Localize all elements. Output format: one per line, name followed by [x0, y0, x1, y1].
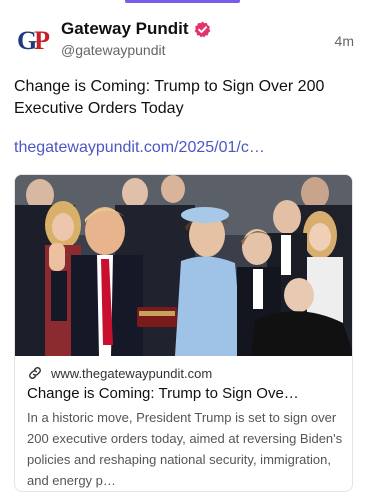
author-handle[interactable]: @gatewaypundit — [61, 42, 166, 58]
verified-badge-icon — [194, 21, 210, 37]
link-icon — [29, 367, 41, 379]
card-description: In a historic move, President Trump is s… — [27, 410, 343, 488]
card-preview-image[interactable] — [15, 175, 353, 356]
gateway-pundit-logo: GP — [16, 26, 50, 55]
post-text: Change is Coming: Trump to Sign Over 200… — [14, 78, 325, 117]
author-name-row: Gateway Pundit — [61, 19, 211, 39]
avatar[interactable]: GP — [14, 23, 50, 59]
card-meta: www.thegatewaypundit.com Change is Comin… — [27, 364, 343, 491]
post[interactable]: GP Gateway Pundit @gatewaypundit 4m Chan… — [0, 0, 369, 500]
card-title[interactable]: Change is Coming: Trump to Sign Ove… — [27, 384, 343, 404]
author-display-name[interactable]: Gateway Pundit — [61, 19, 189, 39]
card-domain-row: www.thegatewaypundit.com — [27, 364, 343, 382]
link-preview-card[interactable]: www.thegatewaypundit.com Change is Comin… — [14, 174, 353, 492]
post-link[interactable]: thegatewaypundit.com/2025/01/c… — [14, 139, 354, 157]
card-domain: www.thegatewaypundit.com — [51, 365, 213, 381]
post-timestamp[interactable]: 4m — [335, 33, 354, 49]
post-header: GP Gateway Pundit @gatewaypundit 4m — [14, 17, 355, 63]
